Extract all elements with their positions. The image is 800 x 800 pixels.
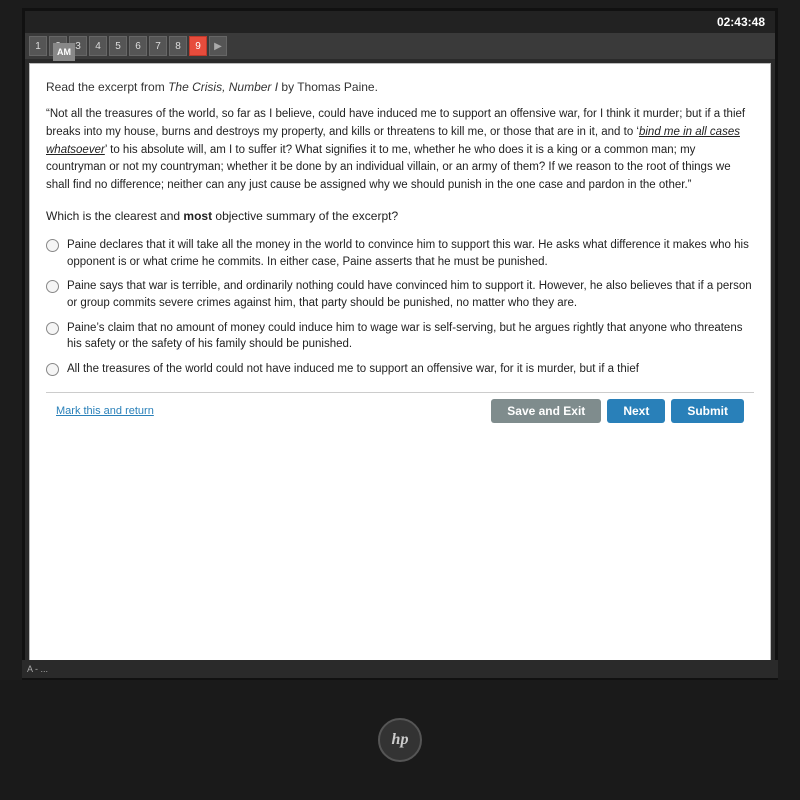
option-c-text: Paine’s claim that no amount of money co… <box>67 320 754 353</box>
option-d[interactable]: All the treasures of the world could not… <box>46 361 754 378</box>
question-text: Which is the clearest and most objective… <box>46 207 754 225</box>
next-button[interactable]: Next <box>607 399 665 423</box>
option-b[interactable]: Paine says that war is terrible, and ord… <box>46 278 754 311</box>
exam-panel: Read the excerpt from The Crisis, Number… <box>30 64 770 672</box>
hp-logo: hp <box>375 715 425 765</box>
bottom-bar: Mark this and return Save and Exit Next … <box>46 392 754 429</box>
radio-b[interactable] <box>46 280 59 293</box>
radio-c[interactable] <box>46 322 59 335</box>
tab-bar: 1 2 3 4 5 6 7 8 9 ▶ <box>25 33 775 59</box>
radio-a[interactable] <box>46 239 59 252</box>
tab-6[interactable]: 6 <box>129 36 147 56</box>
monitor-surround: 02:43:48 AM 1 2 3 4 5 6 7 8 9 ▶ Read the… <box>0 0 800 800</box>
tab-next-arrow[interactable]: ▶ <box>209 36 227 56</box>
monitor-base: hp <box>0 680 800 800</box>
mark-return-link[interactable]: Mark this and return <box>56 403 154 420</box>
hp-circle: hp <box>378 718 422 762</box>
system-clock: 02:43:48 <box>717 15 765 29</box>
options-list: Paine declares that it will take all the… <box>46 237 754 378</box>
tab-8[interactable]: 8 <box>169 36 187 56</box>
button-group: Save and Exit Next Submit <box>491 399 744 423</box>
hp-text: hp <box>392 731 409 749</box>
book-title: The Crisis, Number I <box>168 80 278 94</box>
save-exit-button[interactable]: Save and Exit <box>491 399 601 423</box>
passage-text: “Not all the treasures of the world, so … <box>46 106 754 195</box>
taskbar-item: A - ... <box>27 664 48 674</box>
tab-5[interactable]: 5 <box>109 36 127 56</box>
option-b-text: Paine says that war is terrible, and ord… <box>67 278 754 311</box>
option-d-text: All the treasures of the world could not… <box>67 361 639 378</box>
tab-7[interactable]: 7 <box>149 36 167 56</box>
tab-4[interactable]: 4 <box>89 36 107 56</box>
option-a-text: Paine declares that it will take all the… <box>67 237 754 270</box>
bold-word: most <box>183 209 212 223</box>
submit-button[interactable]: Submit <box>671 399 744 423</box>
option-a[interactable]: Paine declares that it will take all the… <box>46 237 754 270</box>
instruction-text: Read the excerpt from The Crisis, Number… <box>46 78 754 96</box>
am-icon: AM <box>53 43 75 61</box>
tab-1[interactable]: 1 <box>29 36 47 56</box>
tab-9[interactable]: 9 <box>189 36 207 56</box>
italic-phrase: bind me in all cases whatsoever <box>46 126 740 156</box>
radio-d[interactable] <box>46 363 59 376</box>
option-c[interactable]: Paine’s claim that no amount of money co… <box>46 320 754 353</box>
screen: 02:43:48 AM 1 2 3 4 5 6 7 8 9 ▶ Read the… <box>22 8 778 680</box>
os-topbar: 02:43:48 <box>25 11 775 33</box>
content-area: Read the excerpt from The Crisis, Number… <box>29 63 771 673</box>
taskbar: A - ... <box>22 660 778 678</box>
